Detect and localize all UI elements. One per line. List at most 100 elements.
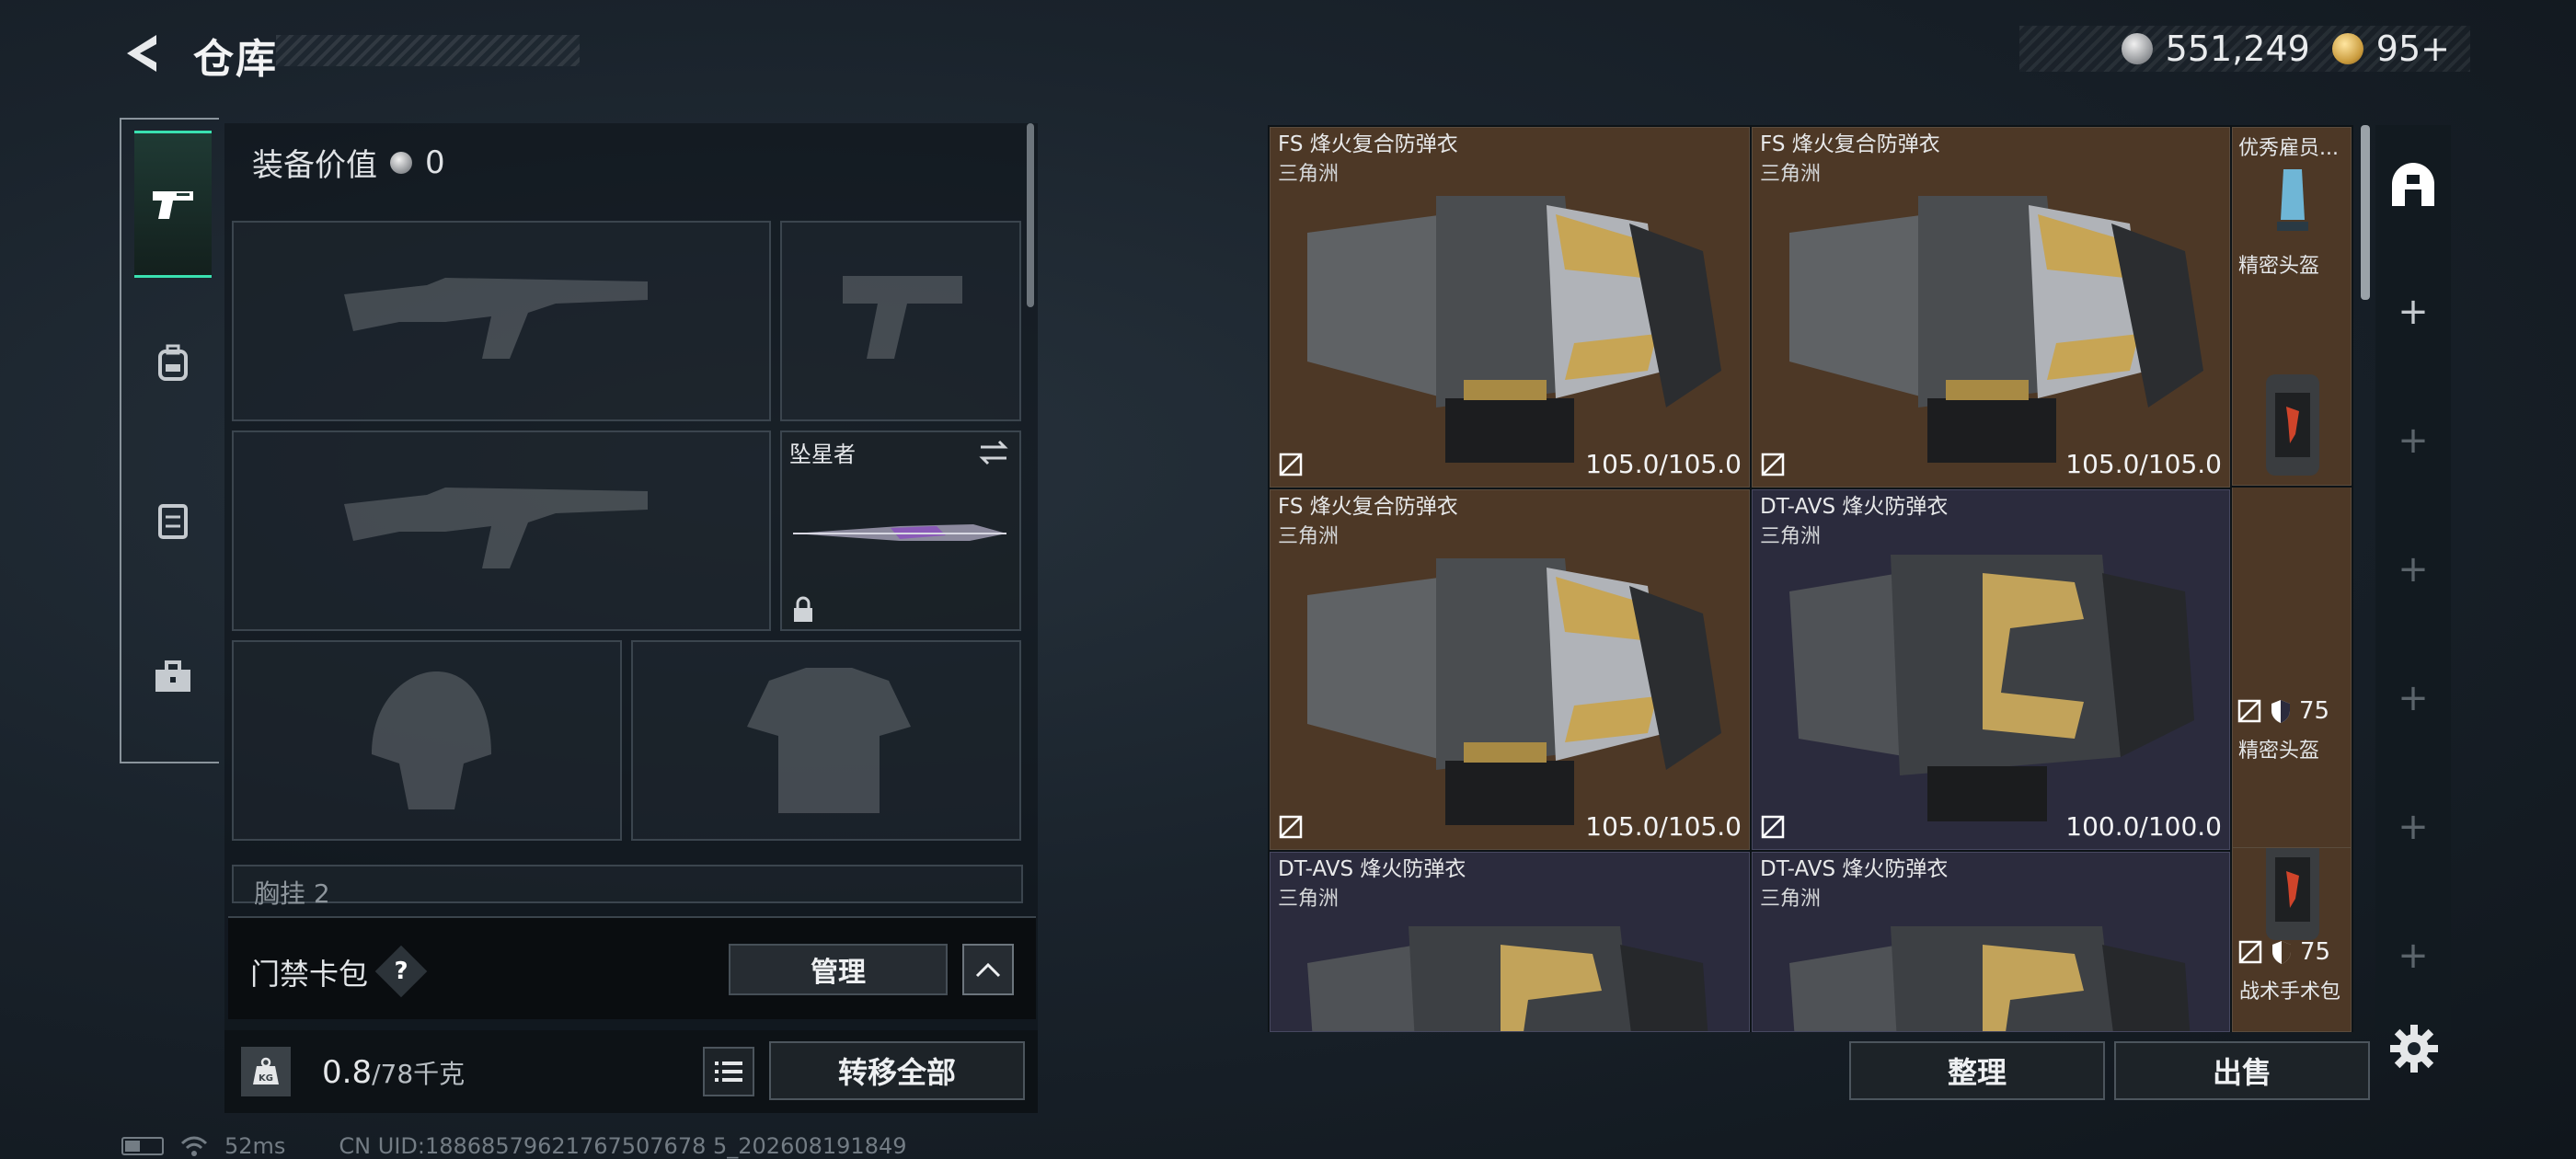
no-insure-icon	[1279, 453, 1303, 476]
lock-icon	[794, 596, 812, 622]
storage-tabs: + + + + + +	[2375, 125, 2451, 1032]
gear-icon	[2390, 1025, 2438, 1073]
melee-weapon-name: 坠星者	[789, 442, 856, 467]
equipment-scrollbar[interactable]	[1027, 123, 1034, 307]
helmet-silhouette-icon	[372, 671, 491, 809]
item-name: FS 烽火复合防弹衣	[1278, 495, 1458, 519]
armor-slot[interactable]	[631, 640, 1021, 841]
item-category: 三角洲	[1278, 888, 1340, 911]
storage-item[interactable]: FS 烽火复合防弹衣 三角洲 105.0/105.0	[1752, 127, 2230, 488]
add-storage-tab-button[interactable]: +	[2375, 291, 2451, 333]
wifi-icon	[180, 1136, 208, 1156]
armor-value: 75	[2299, 697, 2330, 725]
settings-button[interactable]	[2386, 1021, 2442, 1076]
nav-backpack[interactable]	[134, 289, 212, 436]
item-category: 三角洲	[1278, 163, 1340, 186]
pistol-silhouette-icon	[843, 276, 962, 359]
manage-button[interactable]: 管理	[729, 944, 948, 995]
warehouse-icon	[2392, 163, 2434, 206]
help-icon-glyph: ?	[394, 958, 408, 985]
help-icon[interactable]: ?	[374, 945, 428, 998]
crystal-trophy-image[interactable]	[2270, 165, 2316, 238]
side-storage-column: 75 精密头盔	[2232, 488, 2352, 848]
nav-toolbox[interactable]	[134, 603, 212, 751]
collapse-button[interactable]	[962, 944, 1014, 995]
add-storage-tab-button[interactable]: +	[2375, 548, 2451, 591]
storage-item[interactable]: DT-AVS 烽火防弹衣 三角洲	[1270, 852, 1750, 1032]
side-storage-column: 优秀雇员... 精密头盔	[2232, 127, 2352, 486]
gold-coin-icon	[2331, 33, 2363, 64]
weight-current: 0.8	[322, 1054, 373, 1091]
list-view-button[interactable]	[703, 1047, 754, 1096]
armor-vest-image	[1307, 926, 1708, 1031]
add-storage-tab-button[interactable]: +	[2375, 677, 2451, 719]
secondary-weapon-slot[interactable]	[780, 221, 1021, 421]
add-storage-tab-button[interactable]: +	[2375, 419, 2451, 462]
side-item-label: 精密头盔	[2238, 740, 2320, 763]
armor-vest-image	[1307, 196, 1721, 463]
equipment-value-label: 装备价值	[252, 147, 377, 184]
knife-image	[793, 524, 1006, 541]
chest-rig-label-text: 胸挂	[254, 878, 306, 909]
item-category: 三角洲	[1760, 888, 1822, 911]
armor-vest-image	[1789, 555, 2194, 821]
sell-button[interactable]: 出售	[2114, 1041, 2370, 1100]
item-category: 三角洲	[1278, 525, 1340, 548]
helmet-slot[interactable]	[232, 640, 622, 841]
chevron-up-icon	[975, 962, 1001, 978]
item-durability: 105.0/105.0	[1585, 811, 1742, 842]
chest-rig-slot[interactable]: 胸挂 2	[232, 865, 1023, 909]
item-category: 三角洲	[1760, 163, 1822, 186]
weight-readout: 0.8/78千克	[322, 1054, 465, 1091]
storage-item[interactable]: FS 烽火复合防弹衣 三角洲 105.0/105.0	[1270, 489, 1750, 850]
melee-weapon-slot[interactable]: 坠星者	[780, 430, 1021, 631]
storage-scrollbar[interactable]	[2361, 125, 2370, 300]
access-card-label: 门禁卡包	[250, 957, 369, 992]
shield-icon	[2272, 941, 2291, 964]
pistol-icon	[153, 191, 193, 219]
back-button[interactable]	[116, 28, 167, 79]
sort-button[interactable]: 整理	[1849, 1041, 2105, 1100]
item-category: 三角洲	[1760, 525, 1822, 548]
nav-vest[interactable]	[134, 447, 212, 594]
no-insure-icon	[2238, 940, 2262, 964]
storage-tab-main[interactable]	[2375, 158, 2451, 221]
backup-weapon-slot[interactable]	[232, 430, 771, 631]
add-storage-tab-button[interactable]: +	[2375, 935, 2451, 977]
svg-text:KG: KG	[259, 1073, 273, 1084]
back-arrow-icon	[127, 35, 156, 72]
storage-item[interactable]: DT-AVS 烽火防弹衣 三角洲	[1752, 852, 2230, 1032]
primary-weapon-slot[interactable]	[232, 221, 771, 421]
storage-item[interactable]: DT-AVS 烽火防弹衣 三角洲 100.0/100.0	[1752, 489, 2230, 850]
armor-vest-image	[1789, 196, 2203, 463]
item-name: FS 烽火复合防弹衣	[1278, 132, 1458, 156]
toolbox-icon	[155, 660, 190, 692]
armor-vest-image	[1789, 926, 2191, 1031]
armor-value: 75	[2300, 938, 2331, 966]
equipment-value-amount: 0	[425, 143, 445, 181]
chest-rig-count: 2	[313, 878, 330, 909]
item-name: DT-AVS 烽火防弹衣	[1760, 495, 1949, 519]
medkit-image[interactable]	[2259, 365, 2327, 485]
backpack-icon	[158, 344, 188, 381]
uid-text: CN UID:18868579621767507678 5_2026081918…	[339, 1133, 907, 1159]
no-insure-icon	[1761, 815, 1785, 839]
weight-icon: KG	[241, 1047, 291, 1096]
nav-weapons[interactable]	[134, 131, 212, 278]
swap-icon[interactable]	[977, 440, 1010, 465]
battery-icon	[121, 1137, 164, 1155]
armor-class-tag: 75	[2237, 938, 2330, 966]
rifle-silhouette-icon	[344, 488, 648, 568]
silver-coin-icon	[2121, 33, 2153, 64]
medkit-image[interactable]	[2259, 848, 2327, 949]
ping-text: 52ms	[224, 1133, 286, 1159]
item-durability: 105.0/105.0	[1585, 449, 1742, 479]
add-storage-tab-button[interactable]: +	[2375, 806, 2451, 848]
item-name: DT-AVS 烽火防弹衣	[1760, 857, 1949, 881]
storage-item[interactable]: FS 烽火复合防弹衣 三角洲 105.0/105.0	[1270, 127, 1750, 488]
transfer-all-button[interactable]: 转移全部	[769, 1041, 1025, 1100]
silver-currency-value: 551,249	[2165, 29, 2310, 69]
list-icon	[715, 1061, 742, 1082]
kg-weight-icon: KG	[253, 1057, 279, 1084]
silver-coin-icon	[390, 151, 412, 174]
